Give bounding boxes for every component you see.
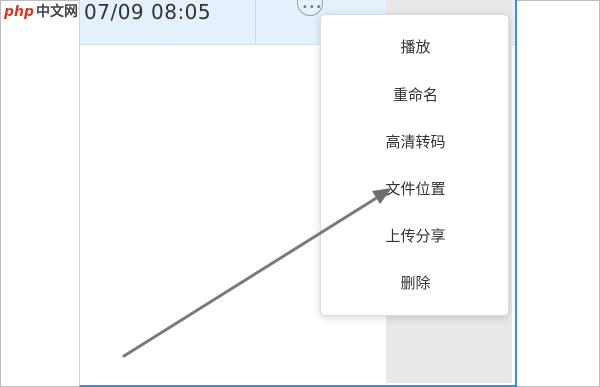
watermark-logo: php 中文网	[4, 2, 78, 22]
file-timestamp: 07/09 08:05	[84, 0, 212, 24]
menu-item-delete[interactable]: 删除	[321, 263, 510, 303]
column-divider	[255, 0, 256, 44]
menu-item-upload-share[interactable]: 上传分享	[321, 216, 510, 256]
logo-site: 中文网	[36, 4, 79, 20]
menu-item-file-location[interactable]: 文件位置	[321, 169, 510, 209]
logo-brand: php	[4, 4, 35, 20]
more-options-button[interactable]: •••	[297, 0, 323, 16]
ellipsis-icon: •••	[302, 2, 323, 13]
context-menu: 播放 重命名 高清转码 文件位置 上传分享 删除	[320, 14, 509, 316]
menu-item-hd-transcode[interactable]: 高清转码	[321, 122, 510, 162]
menu-item-rename[interactable]: 重命名	[321, 75, 510, 115]
menu-item-play[interactable]: 播放	[321, 27, 510, 67]
